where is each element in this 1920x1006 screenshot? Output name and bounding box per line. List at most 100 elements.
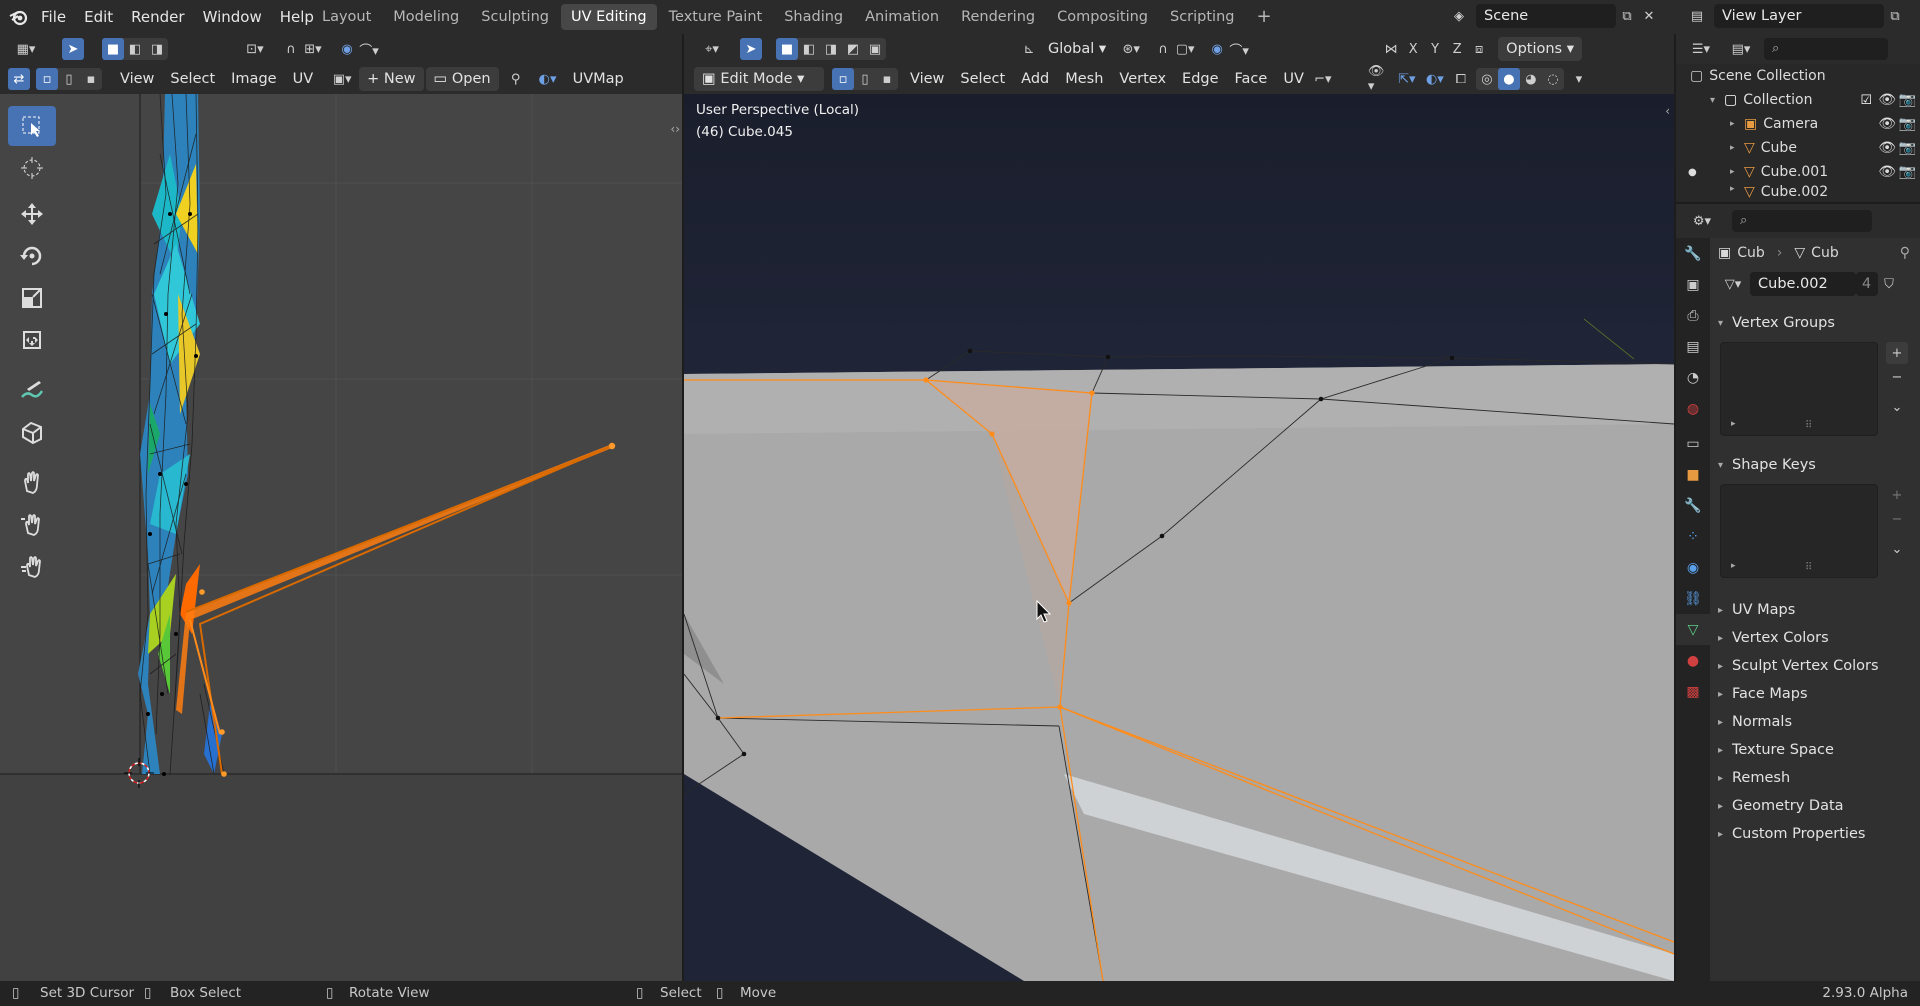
tab-sculpting[interactable]: Sculpting <box>471 4 559 30</box>
proportional-edit-icon[interactable]: ◉ <box>336 38 358 60</box>
auto-merge-icon[interactable]: ⧈ <box>1468 38 1490 60</box>
expand-arrow-icon[interactable]: ▸ <box>1730 184 1744 194</box>
tab-shading[interactable]: Shading <box>774 4 853 30</box>
region-collapse-icon[interactable]: ‹› <box>670 122 680 136</box>
expand-arrow-icon[interactable]: ▸ <box>1730 143 1744 153</box>
vp-menu-edge[interactable]: Edge <box>1174 67 1227 91</box>
panel-remesh[interactable]: ▸ Remesh <box>1710 764 1920 792</box>
mirror-y-toggle[interactable]: Y <box>1424 38 1446 60</box>
shading-wireframe-icon[interactable]: ◎ <box>1476 68 1498 90</box>
select-tool-icon[interactable]: ➤ <box>62 38 84 60</box>
vp-select-invert-icon[interactable]: ◩ <box>842 38 864 60</box>
panel-geometry-data[interactable]: ▸ Geometry Data <box>1710 792 1920 820</box>
tab-animation[interactable]: Animation <box>855 4 949 30</box>
vertex-group-specials-button[interactable]: ⌄ <box>1886 396 1908 418</box>
object-tab-icon[interactable]: ■ <box>1676 459 1710 490</box>
outliner-item-camera[interactable]: ▸ ▣ Camera 👁 📷 <box>1676 112 1920 136</box>
cursor-tool-icon[interactable] <box>8 148 56 188</box>
list-resize-grip-icon[interactable]: ⠿ <box>1805 562 1812 573</box>
viewport-select-tool-icon[interactable]: ➤ <box>740 38 762 60</box>
expand-arrow-icon[interactable]: ▸ <box>1730 119 1744 129</box>
vp-pivot-icon[interactable]: ⊛▾ <box>1120 38 1142 60</box>
output-tab-icon[interactable]: ⎙ <box>1676 300 1710 331</box>
uv-sync-icon[interactable]: ⇄ <box>8 68 30 90</box>
new-scene-icon[interactable]: ⧉ <box>1616 5 1638 27</box>
mesh-browse-icon[interactable]: ▽▾ <box>1718 273 1748 295</box>
xray-icon[interactable]: ⧠ <box>1450 68 1472 90</box>
tab-scripting[interactable]: Scripting <box>1160 4 1244 30</box>
shading-options-icon[interactable]: ▾ <box>1568 68 1590 90</box>
face-select-icon[interactable]: ▪ <box>80 68 102 90</box>
visibility-icon[interactable]: 👁▾ <box>1368 64 1390 94</box>
uv-menu-select[interactable]: Select <box>162 67 223 91</box>
uv-menu-uv[interactable]: UV <box>285 67 322 91</box>
orientation-icon[interactable]: ⊾ <box>1018 38 1040 60</box>
remove-shape-key-button[interactable]: − <box>1886 508 1908 530</box>
properties-editor-type-icon[interactable]: ⚙▾ <box>1684 210 1720 232</box>
shading-material-icon[interactable]: ◕ <box>1520 68 1542 90</box>
visibility-eye-icon[interactable]: 👁 <box>1878 92 1896 108</box>
vp-menu-face[interactable]: Face <box>1227 67 1276 91</box>
vp-proportional-icon[interactable]: ◉ <box>1206 38 1228 60</box>
viewport-overlays-icon[interactable]: ◐▾ <box>1424 68 1446 90</box>
vp-snap-target-icon[interactable]: ▢▾ <box>1174 38 1196 60</box>
shape-key-specials-button[interactable]: ⌄ <box>1886 538 1908 560</box>
panel-vertex-colors[interactable]: ▸ Vertex Colors <box>1710 624 1920 652</box>
panel-sculpt-vertex-colors[interactable]: ▸ Sculpt Vertex Colors <box>1710 652 1920 680</box>
blender-logo-icon[interactable] <box>6 8 32 26</box>
snap-target-icon[interactable]: ⊞▾ <box>302 38 324 60</box>
tab-rendering[interactable]: Rendering <box>951 4 1045 30</box>
vp-select-extend-icon[interactable]: ◧ <box>798 38 820 60</box>
view-layer-tab-icon[interactable]: ▤ <box>1676 331 1710 362</box>
scale-tool-icon[interactable] <box>8 278 56 318</box>
uvmap-selector[interactable]: UVMap <box>565 67 632 91</box>
list-expand-icon[interactable]: ▸ <box>1731 561 1736 571</box>
rotate-tool-icon[interactable] <box>8 236 56 276</box>
vp-region-toggle-icon[interactable]: ‹ <box>1665 104 1670 118</box>
visibility-eye-icon[interactable]: 👁 <box>1878 164 1896 180</box>
panel-uv-maps[interactable]: ▸ UV Maps <box>1710 596 1920 624</box>
pivot-icon[interactable]: ⊡▾ <box>244 38 266 60</box>
vp-snap-icon[interactable]: ∩ <box>1152 38 1174 60</box>
fake-user-shield-icon[interactable]: ⛉ <box>1878 273 1900 295</box>
overlays-icon[interactable]: ◐▾ <box>537 68 559 90</box>
expand-arrow-icon[interactable]: ▾ <box>1710 95 1724 106</box>
open-image-button[interactable]: ▭ Open <box>425 67 499 91</box>
list-expand-icon[interactable]: ▸ <box>1731 419 1736 429</box>
vp-face-mode-icon[interactable]: ▪ <box>876 68 898 90</box>
viewport-canvas[interactable]: User Perspective (Local) (46) Cube.045 ‹ <box>684 94 1674 981</box>
snap-icon[interactable]: ∩ <box>280 38 302 60</box>
select-mode-subtract-icon[interactable]: ◨ <box>146 38 168 60</box>
options-dropdown[interactable]: Options ▾ <box>1498 37 1582 61</box>
outliner-display-mode-icon[interactable]: ▤▾ <box>1724 38 1758 60</box>
grab-tool-icon[interactable] <box>8 412 56 452</box>
editor-type-icon[interactable]: ▦▾ <box>8 38 44 60</box>
vp-menu-view[interactable]: View <box>902 67 952 91</box>
shape-keys-header[interactable]: ▾ Shape Keys <box>1710 452 1920 478</box>
tab-uv-editing[interactable]: UV Editing <box>560 4 657 30</box>
collection-tab-icon[interactable]: ▭ <box>1676 428 1710 459</box>
select-box-tool-icon[interactable] <box>8 106 56 146</box>
vp-falloff-icon[interactable]: ⌒▾ <box>1228 38 1250 60</box>
menu-file[interactable]: File <box>32 0 75 34</box>
menu-window[interactable]: Window <box>194 0 271 34</box>
vp-select-subtract-icon[interactable]: ◨ <box>820 38 842 60</box>
visibility-eye-icon[interactable]: 👁 <box>1878 140 1896 156</box>
view-layer-icon[interactable]: ▤ <box>1686 5 1708 27</box>
vp-menu-select[interactable]: Select <box>952 67 1013 91</box>
vertex-select-icon[interactable]: ▫ <box>36 68 58 90</box>
mesh-data-tab-icon[interactable]: ▽ <box>1676 614 1710 645</box>
pin-properties-icon[interactable]: ⚲ <box>1900 245 1910 261</box>
uv-menu-view[interactable]: View <box>112 67 162 91</box>
vp-vertex-mode-icon[interactable]: ▫ <box>832 68 854 90</box>
tab-modeling[interactable]: Modeling <box>383 4 469 30</box>
list-resize-grip-icon[interactable]: ⠿ <box>1805 420 1812 431</box>
vp-select-new-icon[interactable]: ■ <box>776 38 798 60</box>
vp-menu-mesh[interactable]: Mesh <box>1057 67 1111 91</box>
vertex-groups-list[interactable]: ▸ ⠿ <box>1720 342 1878 436</box>
tab-layout[interactable]: Layout <box>312 4 381 30</box>
new-view-layer-icon[interactable]: ⧉ <box>1884 5 1906 27</box>
view-layer-field[interactable]: View Layer <box>1714 4 1884 28</box>
move-tool-icon[interactable] <box>8 194 56 234</box>
mirror-z-toggle[interactable]: Z <box>1446 38 1468 60</box>
